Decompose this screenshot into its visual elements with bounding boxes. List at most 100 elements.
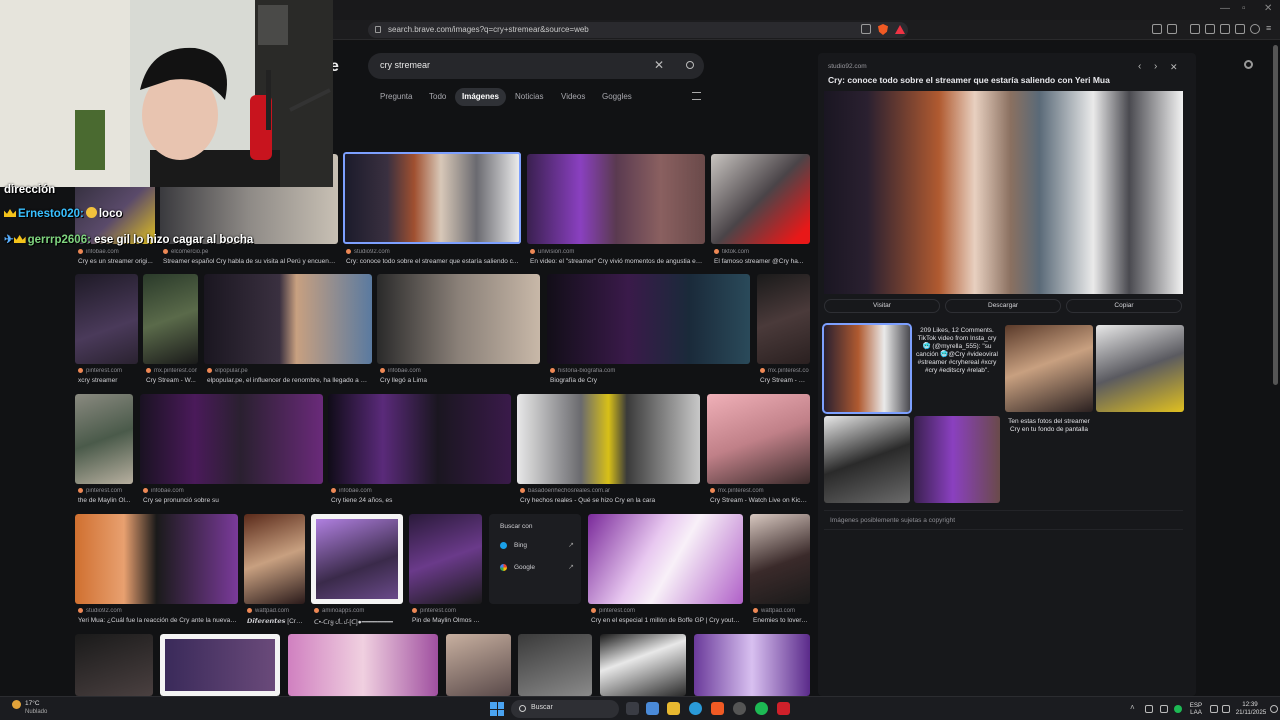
- image-result[interactable]: studio92.com Yeri Mua: ¿Cuál fue la reac…: [75, 514, 238, 627]
- sidebar-icon[interactable]: [1190, 24, 1200, 34]
- search-input[interactable]: cry stremear: [380, 60, 430, 70]
- chat-line: dirección: [4, 184, 56, 196]
- result-source: infobae.com: [331, 488, 510, 494]
- wallet-icon[interactable]: [1167, 24, 1177, 34]
- spotify-tray-icon[interactable]: [1174, 705, 1182, 713]
- tab-pregunta[interactable]: Pregunta: [373, 88, 419, 106]
- image-result[interactable]: historia-biografia.com Biografía de Cry: [547, 274, 750, 387]
- clock-time[interactable]: 12:39: [1236, 701, 1264, 708]
- filters-icon[interactable]: [692, 92, 701, 100]
- crown-icon: [4, 209, 16, 217]
- image-result[interactable]: wattpad.com Enemies to lovers...: [750, 514, 810, 627]
- windows-start-icon[interactable]: [490, 702, 504, 716]
- image-result[interactable]: infobae.com Cry tiene 24 años, es: [328, 394, 511, 507]
- image-result[interactable]: [288, 634, 438, 696]
- language-top[interactable]: ESP: [1188, 702, 1204, 709]
- image-result[interactable]: elpopular.pe elpopular.pe, el influencer…: [204, 274, 372, 387]
- address-bar[interactable]: search.brave.com/images?q=cry+stremear&s…: [368, 22, 908, 38]
- file-explorer-icon[interactable]: [667, 702, 680, 715]
- brave-icon[interactable]: [711, 702, 724, 715]
- widgets-icon[interactable]: [646, 702, 659, 715]
- image-result[interactable]: pinterest.com the de Maylin Ol...: [75, 394, 133, 507]
- image-result[interactable]: infobae.com Cry se pronunció sobre su: [140, 394, 323, 507]
- visit-button[interactable]: Visitar: [824, 299, 940, 313]
- image-result[interactable]: wattpad.com 𝘿𝙞𝙛𝙚𝙧𝙚𝙣𝙩𝙚𝙨 [Cry ...: [244, 514, 305, 627]
- image-result[interactable]: pinterest.com xcry streamer: [75, 274, 138, 387]
- download-button[interactable]: Descargar: [945, 299, 1061, 313]
- downloads-icon[interactable]: [1220, 24, 1230, 34]
- share-icon[interactable]: [861, 24, 871, 34]
- close-window-icon[interactable]: ✕: [1264, 3, 1272, 14]
- extensions-icon[interactable]: [1152, 24, 1162, 34]
- image-result-selected[interactable]: studio92.com Cry: conoce todo sobre el s…: [343, 152, 521, 269]
- search-icon: [519, 705, 526, 712]
- prev-arrow-icon[interactable]: ‹: [1138, 61, 1141, 72]
- menu-icon[interactable]: ≡: [1266, 24, 1276, 34]
- spotify-icon[interactable]: [755, 702, 768, 715]
- image-result[interactable]: aminoapps.com ᑕ•-ᑕгყ ᦔ꒒ᦔ-[ᑕ]●━━━━━━━━: [311, 514, 403, 627]
- tab-goggles[interactable]: Goggles: [595, 88, 639, 106]
- search-with-google[interactable]: Google ↗: [500, 561, 574, 575]
- image-result[interactable]: [518, 634, 592, 696]
- related-image[interactable]: [822, 323, 912, 414]
- preview-image[interactable]: [824, 91, 1183, 294]
- next-arrow-icon[interactable]: ›: [1154, 61, 1157, 72]
- maximize-icon[interactable]: ▫: [1242, 3, 1246, 14]
- image-result[interactable]: [446, 634, 511, 696]
- image-result[interactable]: infobae.com Cry llegó a Lima: [377, 274, 540, 387]
- search-box[interactable]: cry stremear ✕: [368, 53, 704, 79]
- related-image[interactable]: [1005, 325, 1093, 412]
- image-result[interactable]: [600, 634, 686, 696]
- volume-icon[interactable]: [1222, 705, 1230, 713]
- scrollbar[interactable]: [1273, 45, 1278, 385]
- weather-icon[interactable]: [12, 700, 21, 709]
- image-result[interactable]: pinterest.com Cry en el especial 1 milló…: [588, 514, 743, 627]
- clock-date[interactable]: 21/11/2025: [1234, 709, 1268, 716]
- image-result[interactable]: pinterest.com Pin de Maylin Olmos S...: [409, 514, 482, 627]
- image-result[interactable]: [694, 634, 810, 696]
- close-icon[interactable]: ✕: [1170, 62, 1178, 73]
- tray-icon[interactable]: [1160, 705, 1168, 713]
- related-image[interactable]: [1096, 325, 1184, 412]
- image-result[interactable]: mx.pinterest.com Cry Stream - Watch Live…: [707, 394, 810, 507]
- image-result[interactable]: basadoenhechosreales.com.ar Cry hechos r…: [517, 394, 700, 507]
- gear-icon[interactable]: [1244, 60, 1253, 69]
- language-bottom[interactable]: LAA: [1188, 709, 1204, 716]
- notification-icon[interactable]: [1270, 705, 1278, 713]
- image-result[interactable]: tiktok.com El famoso streamer @Cry ha...: [711, 154, 810, 269]
- minimize-icon[interactable]: —: [1220, 3, 1230, 14]
- tab-videos[interactable]: Videos: [554, 88, 592, 106]
- related-image[interactable]: Ten estas fotos del streamer Cry en tu f…: [1005, 416, 1093, 503]
- profile-icon[interactable]: [1250, 24, 1260, 34]
- reading-list-icon[interactable]: [1205, 24, 1215, 34]
- edge-icon[interactable]: [689, 702, 702, 715]
- image-result[interactable]: [160, 634, 280, 696]
- vpn-icon[interactable]: [1235, 24, 1245, 34]
- preview-title[interactable]: Cry: conoce todo sobre el streamer que e…: [828, 75, 1110, 85]
- taskbar-search[interactable]: Buscar: [511, 700, 619, 718]
- image-result[interactable]: [75, 634, 153, 696]
- task-view-icon[interactable]: [626, 702, 639, 715]
- image-result[interactable]: mx.pinterest.com Cry Stream - W...: [757, 274, 810, 387]
- preview-source[interactable]: studio92.com: [828, 63, 867, 70]
- chevron-up-icon[interactable]: ˄: [1130, 703, 1138, 712]
- obs-icon[interactable]: [733, 702, 746, 715]
- close-icon[interactable]: ✕: [654, 58, 664, 72]
- app-icon[interactable]: [777, 702, 790, 715]
- tab-todo[interactable]: Todo: [422, 88, 453, 106]
- related-image[interactable]: [914, 416, 1000, 503]
- copy-button[interactable]: Copiar: [1066, 299, 1182, 313]
- related-image[interactable]: 209 Likes, 12 Comments. TikTok video fro…: [914, 325, 1000, 412]
- tray-icon[interactable]: [1145, 705, 1153, 713]
- image-preview-panel: studio92.com Cry: conoce todo sobre el s…: [818, 53, 1196, 696]
- tab-noticias[interactable]: Noticias: [508, 88, 550, 106]
- image-result[interactable]: mx.pinterest.com Cry Stream - W...: [143, 274, 198, 387]
- image-result[interactable]: univision.com En video: el "streamer" Cr…: [527, 154, 705, 269]
- screen: — ▫ ✕ search.brave.com/images?q=cry+stre…: [0, 0, 1280, 720]
- result-caption: Cry llegó a Lima: [380, 377, 427, 384]
- search-icon[interactable]: [686, 61, 694, 69]
- search-with-bing[interactable]: Bing ↗: [500, 539, 574, 553]
- wifi-icon[interactable]: [1210, 705, 1218, 713]
- tab-imagenes[interactable]: Imágenes: [455, 88, 506, 106]
- related-image[interactable]: [824, 416, 910, 503]
